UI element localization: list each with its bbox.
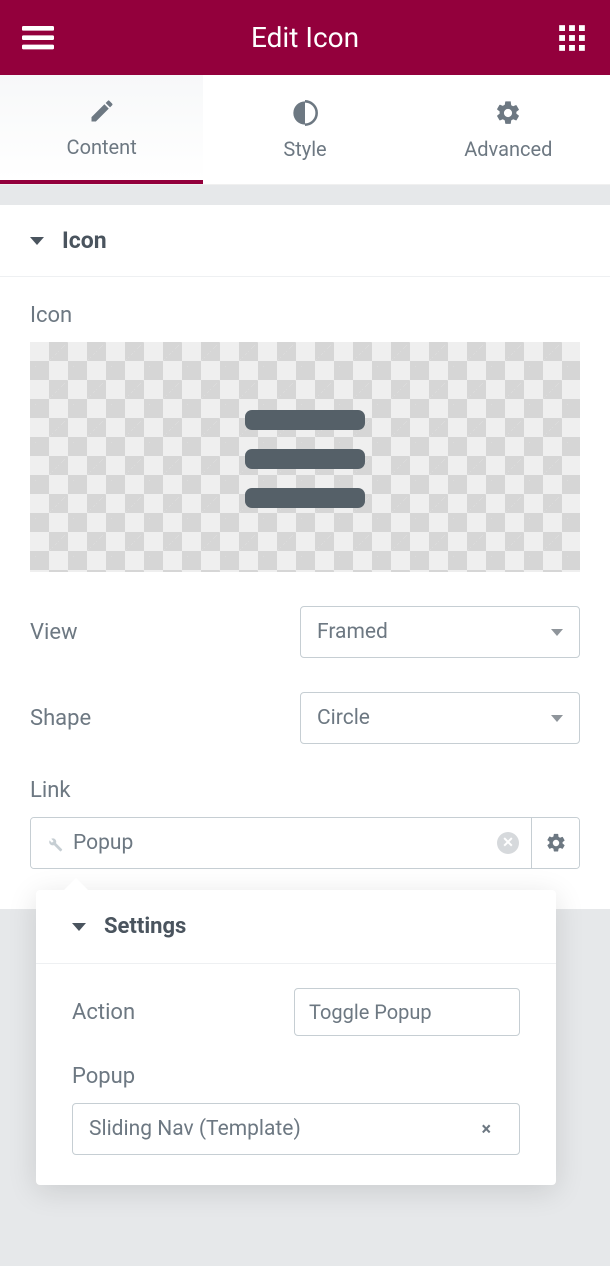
- tab-advanced-label: Advanced: [464, 137, 552, 161]
- link-input-row: Popup ✕: [30, 817, 580, 869]
- icon-preview[interactable]: [30, 342, 580, 572]
- popup-select-value: Sliding Nav (Template): [89, 1117, 301, 1141]
- tab-style[interactable]: Style: [203, 75, 406, 184]
- action-row: Action Toggle Popup: [72, 988, 520, 1036]
- tab-content[interactable]: Content: [0, 75, 203, 184]
- popover-title: Settings: [104, 914, 186, 939]
- tab-content-label: Content: [67, 135, 137, 159]
- bars-icon: [245, 402, 365, 512]
- header-title: Edit Icon: [251, 21, 359, 54]
- link-input-value: Popup: [73, 831, 487, 855]
- popover-body: Action Toggle Popup Popup Sliding Nav (T…: [36, 964, 556, 1185]
- shape-label: Shape: [30, 706, 300, 731]
- icon-field-label: Icon: [30, 303, 580, 328]
- view-select[interactable]: Framed: [300, 606, 580, 658]
- contrast-icon: [291, 99, 319, 127]
- gear-icon: [545, 832, 567, 854]
- link-settings-button[interactable]: [531, 818, 579, 868]
- view-row: View Framed: [30, 606, 580, 658]
- apps-icon[interactable]: [554, 20, 590, 56]
- section-header[interactable]: Icon: [0, 205, 610, 277]
- wrench-icon: [43, 833, 63, 853]
- action-select-value: Toggle Popup: [309, 1000, 432, 1024]
- clear-icon[interactable]: ✕: [497, 832, 519, 854]
- tab-style-label: Style: [283, 137, 326, 161]
- view-label: View: [30, 620, 300, 645]
- action-label: Action: [72, 1000, 135, 1025]
- chevron-down-icon: [551, 715, 563, 722]
- link-settings-popover: Settings Action Toggle Popup Popup Slidi…: [36, 890, 556, 1185]
- popover-header[interactable]: Settings: [36, 890, 556, 964]
- chevron-down-icon: [551, 629, 563, 636]
- section-title: Icon: [62, 227, 107, 254]
- shape-row: Shape Circle: [30, 692, 580, 744]
- clear-icon[interactable]: ×: [481, 1119, 491, 1140]
- caret-down-icon: [30, 237, 44, 245]
- link-input[interactable]: Popup ✕: [31, 818, 531, 868]
- pencil-icon: [88, 97, 116, 125]
- shape-select-value: Circle: [317, 706, 370, 730]
- popup-label: Popup: [72, 1064, 520, 1089]
- menu-icon[interactable]: [20, 20, 56, 56]
- tabs: Content Style Advanced: [0, 75, 610, 185]
- action-select[interactable]: Toggle Popup: [294, 988, 520, 1036]
- link-label: Link: [30, 778, 580, 803]
- caret-down-icon: [72, 923, 86, 931]
- app-header: Edit Icon: [0, 0, 610, 75]
- panel: Icon Icon View Framed Shape Circle Lin: [0, 205, 610, 909]
- view-select-value: Framed: [317, 620, 388, 644]
- popup-select[interactable]: Sliding Nav (Template) ×: [72, 1103, 520, 1155]
- content-area: Icon View Framed Shape Circle Link: [0, 277, 610, 909]
- gear-icon: [494, 99, 522, 127]
- shape-select[interactable]: Circle: [300, 692, 580, 744]
- tab-advanced[interactable]: Advanced: [407, 75, 610, 184]
